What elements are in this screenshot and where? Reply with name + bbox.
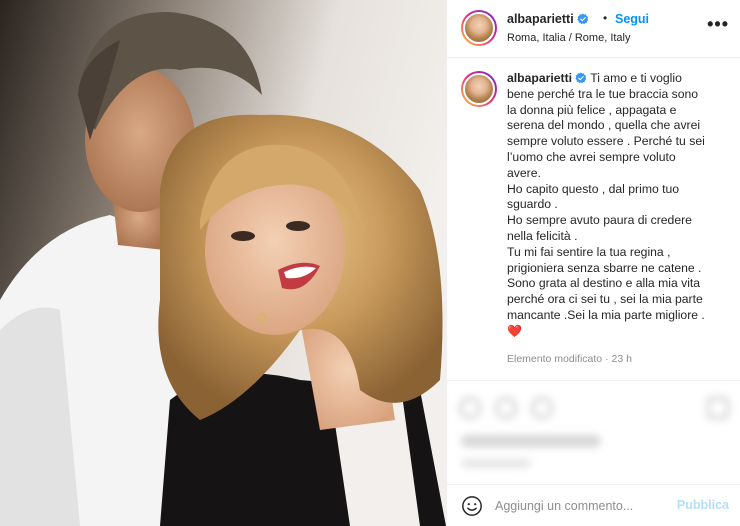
post-actions-blurred (447, 380, 740, 484)
comment-input[interactable] (495, 495, 675, 517)
like-icon[interactable] (459, 397, 481, 419)
caption-username[interactable]: albaparietti (507, 71, 572, 85)
more-horizontal-icon[interactable]: ••• (707, 14, 729, 35)
couple-photo-illustration (0, 0, 446, 526)
publish-button[interactable]: Pubblica (677, 498, 729, 512)
verified-badge-icon (577, 13, 588, 25)
follow-button[interactable]: Segui (615, 12, 649, 26)
meta-separator: · (605, 353, 609, 365)
avatar[interactable] (461, 10, 497, 46)
post-side-panel: albaparietti • Segui Roma, Italia / Rome… (446, 0, 740, 526)
post-header: albaparietti • Segui Roma, Italia / Rome… (447, 0, 740, 58)
post-photo[interactable] (0, 0, 446, 526)
username-text[interactable]: albaparietti (507, 12, 574, 26)
date-blurred (461, 459, 531, 468)
comment-bar: Pubblica (447, 484, 740, 526)
verified-badge-icon (575, 72, 587, 84)
caption-avatar[interactable] (461, 71, 497, 107)
likes-count-blurred (461, 435, 601, 447)
emoji-smile-icon[interactable] (461, 495, 483, 517)
caption-body: Ti amo e ti voglio bene perché tra le tu… (507, 71, 705, 322)
heart-emoji: ❤️ (507, 323, 522, 338)
share-icon[interactable] (531, 397, 553, 419)
comment-icon[interactable] (495, 397, 517, 419)
header-separator: • (603, 11, 608, 25)
location-link[interactable]: Roma, Italia / Rome, Italy (507, 32, 631, 44)
timestamp[interactable]: 23 h (611, 353, 631, 365)
caption-section: albaparietti Ti amo e ti voglio bene per… (447, 59, 740, 379)
caption-text-block: albaparietti Ti amo e ti voglio bene per… (507, 71, 729, 340)
bookmark-icon[interactable] (707, 397, 729, 419)
header-username[interactable]: albaparietti (507, 12, 589, 26)
post-meta: Elemento modificato · 23 h (507, 353, 632, 365)
edited-label: Elemento modificato (507, 353, 603, 365)
